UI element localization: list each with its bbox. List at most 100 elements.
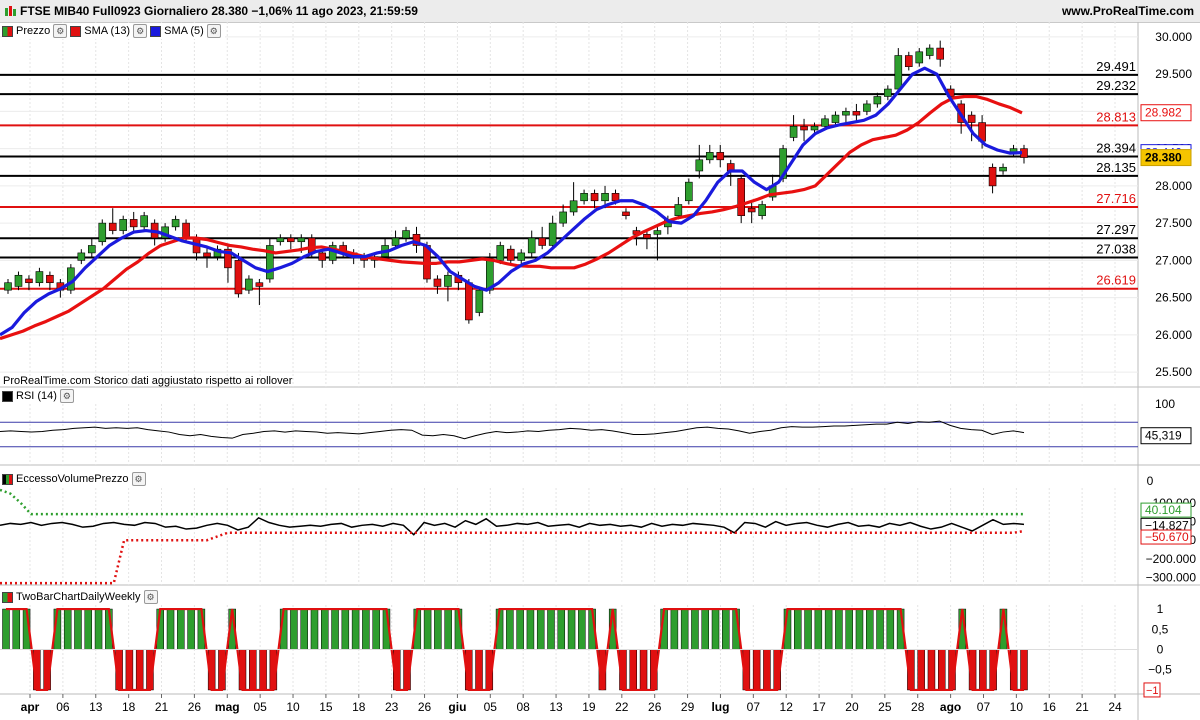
twobar-panel bbox=[0, 607, 1138, 692]
candle-body bbox=[569, 200, 578, 213]
chart-canvas[interactable]: 29.491 29.232 28.813 28.394 28.135 27.716 27.2… bbox=[0, 22, 1200, 720]
x-tick-label: 07 bbox=[747, 700, 761, 714]
site-link[interactable]: www.ProRealTime.com bbox=[1062, 4, 1194, 18]
y-tick-label: 27.000 bbox=[1155, 253, 1192, 267]
candle-body bbox=[276, 237, 285, 243]
twobar-up-bar bbox=[845, 608, 853, 650]
y-tick-label: 28.000 bbox=[1155, 179, 1192, 193]
candle-body bbox=[716, 152, 725, 161]
legend-sma5-label[interactable]: SMA (5) bbox=[164, 25, 204, 37]
x-tick-label: 29 bbox=[681, 700, 695, 714]
twobar-tick-label: 0 bbox=[1157, 643, 1164, 657]
support-resistance-levels[interactable]: 29.491 29.232 28.813 28.394 28.135 27.716 27.2… bbox=[0, 59, 1138, 290]
time-axis[interactable]: apr 06 13 18 21 26 mag 05 10 15 18 23 26 giu 05 08 13 19 2… bbox=[21, 694, 1122, 714]
candle-body bbox=[245, 278, 253, 291]
candle-body bbox=[433, 278, 442, 287]
candle-body bbox=[967, 114, 976, 123]
candle-body bbox=[35, 271, 44, 284]
candle-body bbox=[527, 237, 536, 254]
legend-sma13-label[interactable]: SMA (13) bbox=[84, 25, 130, 37]
rsi-badge-label: 45,319 bbox=[1145, 429, 1182, 443]
candle-body bbox=[999, 166, 1007, 172]
wrench-icon[interactable]: ⚙ bbox=[206, 24, 221, 38]
candle-body bbox=[915, 51, 924, 64]
candle-body bbox=[287, 237, 295, 243]
x-tick-label: 21 bbox=[155, 700, 169, 714]
twobar-up-bar bbox=[691, 608, 699, 650]
y-tick-label: 29.500 bbox=[1155, 67, 1192, 81]
legend-price-label[interactable]: Prezzo bbox=[16, 25, 50, 37]
level-label: 29.232 bbox=[1096, 78, 1136, 93]
twobar-up-bar bbox=[526, 608, 535, 650]
twobar-up-bar bbox=[63, 608, 72, 650]
x-tick-label: 15 bbox=[319, 700, 333, 714]
candle-body bbox=[800, 125, 808, 131]
twobar-badge-label: −1 bbox=[1146, 685, 1159, 697]
twobar-tick-label: −0,5 bbox=[1148, 663, 1172, 677]
candle-body bbox=[831, 114, 840, 123]
candle-body bbox=[203, 252, 211, 257]
candle-body bbox=[77, 252, 86, 261]
candle-body bbox=[140, 215, 148, 228]
candle-body bbox=[685, 181, 693, 202]
candle-body bbox=[988, 166, 997, 187]
wrench-icon[interactable]: ⚙ bbox=[131, 472, 146, 486]
wrench-icon[interactable]: ⚙ bbox=[133, 24, 148, 38]
price-badge-label: 28.380 bbox=[1145, 151, 1182, 165]
candle-body bbox=[852, 111, 861, 116]
wrench-icon[interactable]: ⚙ bbox=[143, 590, 158, 604]
candle-body bbox=[810, 125, 819, 131]
wrench-icon[interactable]: ⚙ bbox=[59, 389, 74, 403]
x-tick-label: 28 bbox=[911, 700, 925, 714]
evp-upper-dotted bbox=[0, 488, 1025, 516]
twobar-up-bar bbox=[516, 608, 524, 650]
level-label: 28.813 bbox=[1096, 109, 1136, 124]
twobar-up-bar bbox=[876, 608, 884, 650]
candle-body bbox=[695, 159, 704, 172]
price-axis[interactable]: 30.00029.50029.00028.50028.00027.50027.0… bbox=[1140, 30, 1197, 698]
candle-body bbox=[904, 55, 913, 67]
x-tick-label: 26 bbox=[418, 700, 432, 714]
twobar-up-bar bbox=[300, 608, 308, 650]
twobar-up-bar bbox=[434, 608, 442, 650]
level-label: 27.716 bbox=[1096, 191, 1136, 206]
twobar-down-bar bbox=[937, 649, 946, 691]
candle-body bbox=[611, 193, 620, 202]
candle-body bbox=[475, 289, 484, 313]
evp-tick-label: −200.000 bbox=[1146, 552, 1197, 566]
eccesso-volume-panel bbox=[0, 488, 1025, 585]
twobar-up-bar bbox=[814, 608, 823, 650]
wrench-icon[interactable]: ⚙ bbox=[53, 24, 68, 38]
twobar-up-bar bbox=[536, 608, 545, 650]
candle-body bbox=[318, 252, 327, 261]
twobar-down-bar bbox=[125, 649, 134, 691]
twobar-legend: TwoBarChartDailyWeekly ⚙ bbox=[2, 589, 162, 605]
rollover-note: ProRealTime.com Storico dati aggiustato … bbox=[3, 375, 293, 387]
rsi-label[interactable]: RSI (14) bbox=[16, 390, 57, 402]
evp-badge-label: 40.104 bbox=[1145, 503, 1182, 517]
x-tick-label: 08 bbox=[517, 700, 531, 714]
candle-body bbox=[14, 274, 23, 287]
twobar-down-bar bbox=[979, 649, 987, 691]
candle-body bbox=[182, 222, 190, 239]
volume-swatch-icon bbox=[2, 473, 13, 485]
price-badge-label: 28.982 bbox=[1145, 106, 1182, 120]
twobar-label[interactable]: TwoBarChartDailyWeekly bbox=[16, 591, 141, 603]
price-swatch-icon bbox=[2, 25, 13, 37]
candle-body bbox=[590, 193, 599, 202]
twobar-up-bar bbox=[886, 608, 895, 650]
volume-label[interactable]: EccessoVolumePrezzo bbox=[16, 473, 129, 485]
candle-body bbox=[517, 252, 526, 261]
twobar-up-bar bbox=[74, 608, 82, 650]
x-tick-label: 22 bbox=[615, 700, 629, 714]
candle-body bbox=[842, 111, 850, 116]
twobar-up-bar bbox=[506, 608, 514, 650]
twobar-up-bar bbox=[855, 608, 864, 650]
price-legend: Prezzo ⚙ SMA (13) ⚙ SMA (5) ⚙ bbox=[2, 23, 225, 39]
twobar-up-bar bbox=[547, 608, 555, 650]
price-candles bbox=[4, 40, 1028, 324]
x-tick-label: 16 bbox=[1043, 700, 1057, 714]
candle-body bbox=[643, 233, 651, 239]
candle-body bbox=[863, 103, 871, 112]
level-label: 29.491 bbox=[1096, 59, 1136, 74]
